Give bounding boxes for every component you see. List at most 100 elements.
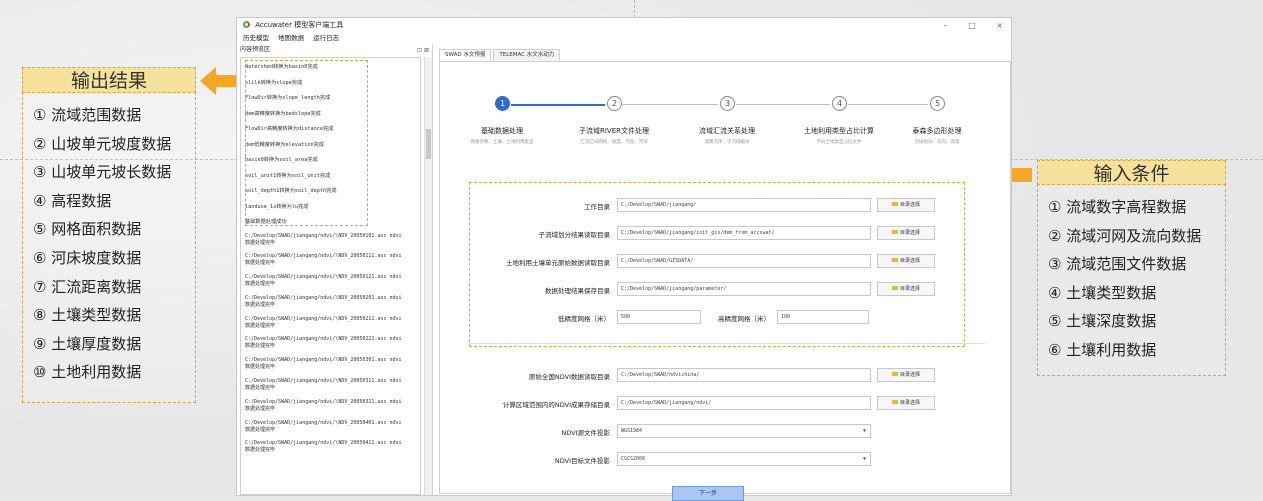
pane-controls-icon[interactable]: ⊡ ⊠ bbox=[417, 46, 429, 56]
tab-swad[interactable]: SWAD 水文预报 bbox=[439, 49, 492, 61]
close-button[interactable]: × bbox=[996, 21, 1003, 30]
input-item: ⑤ 土壤深度数据 bbox=[1048, 312, 1157, 331]
dir-select-label: 目录选择 bbox=[899, 400, 920, 406]
folder-icon bbox=[891, 202, 898, 206]
high-res-input[interactable]: 100 bbox=[777, 310, 869, 324]
log-entry: C:/Develop/SWAD/jiangang/ndvi/\NDV_20050… bbox=[241, 376, 420, 397]
step-circle-3[interactable]: 3 bbox=[720, 96, 735, 111]
folder-icon bbox=[891, 230, 898, 234]
step-label: 土地利用类型占比计算 bbox=[804, 127, 874, 135]
output-item: ④ 高程数据 bbox=[33, 191, 112, 210]
output-panel: ① 流域范围数据 ② 山坡单元坡度数据 ③ 山坡单元坡长数据 ④ 高程数据 ⑤ 网格面积… bbox=[22, 92, 196, 403]
output-item: ⑧ 土壤类型数据 bbox=[33, 306, 142, 325]
dir-select-button[interactable]: 目录选择 bbox=[877, 396, 935, 410]
menu-run-log[interactable]: 运行日志 bbox=[313, 34, 339, 42]
tab-content: 1 基础数据处理 网格参数、土壤、土地利用类型 2 子流域RIVER文件处理 汇流区间网格… bbox=[439, 61, 1012, 501]
input-item: ② 流域河网及流向数据 bbox=[1048, 226, 1202, 245]
log-entry-status: 数据处理完毕 bbox=[245, 301, 276, 308]
preview-title: 内容预览区 bbox=[240, 46, 271, 53]
log-entry-status: 数据处理完毕 bbox=[245, 364, 276, 371]
log-entry: C:/Develop/SWAD/jiangang/ndvi/\NDV_20050… bbox=[241, 314, 420, 335]
log-entry-status: 数据处理完毕 bbox=[245, 426, 276, 433]
output-arrow-icon bbox=[200, 67, 240, 95]
dir-field-input[interactable]: C:/Develop/SWAD/GISDATA/ bbox=[617, 254, 871, 268]
output-item: ② 山坡单元坡度数据 bbox=[33, 134, 172, 153]
log-entry-path: C:/Develop/SWAD/jiangang/ndvi/\NDV_20050… bbox=[245, 398, 402, 405]
app-title: Accuwater 模型客户端工具 bbox=[255, 21, 344, 29]
src-proj-select[interactable]: WGS1984 ▼ bbox=[617, 424, 871, 438]
chevron-down-icon: ▼ bbox=[862, 428, 866, 434]
log-entry: C:/Develop/SWAD/jiangang/ndvi/\NDV_20050… bbox=[241, 355, 420, 376]
log-entry: C:/Develop/SWAD/jiangang/ndvi/\NDV_20050… bbox=[241, 334, 420, 355]
preview-pane: 内容预览区 ⊡ ⊠ Watershed转换为basin0完成 slilk转换为sl… bbox=[237, 45, 433, 496]
menu-history-models[interactable]: 历史模型 bbox=[243, 34, 269, 42]
log-entry: C:/Develop/SWAD/jiangang/ndvi/\NDV_20050… bbox=[241, 397, 420, 418]
step-wizard: 1 基础数据处理 网格参数、土壤、土地利用类型 2 子流域RIVER文件处理 汇流区间网格… bbox=[440, 96, 1012, 145]
step-sublabel: 网格参数、土壤、土地利用类型 bbox=[470, 140, 534, 145]
chevron-down-icon: ▼ bbox=[862, 456, 866, 462]
log-entry-status: 数据处理完毕 bbox=[245, 405, 276, 412]
dir-select-button[interactable]: 目录选择 bbox=[877, 198, 935, 212]
input-panel: ① 流域数字高程数据 ② 流域河网及流向数据 ③ 流域范围文件数据 ④ 土壤类型数据 ⑤… bbox=[1037, 184, 1226, 376]
input-item: ⑥ 土壤利用数据 bbox=[1048, 340, 1157, 359]
output-item: ① 流域范围数据 bbox=[33, 106, 142, 124]
next-step-button[interactable]: 下一步 bbox=[672, 486, 744, 501]
dst-proj-value: CGCS2000 bbox=[621, 456, 646, 462]
tab-telemac[interactable]: TELEMAC 水文水动力 bbox=[493, 49, 561, 61]
ndvi-field-input[interactable]: C:/Develop/SWAD/jiangang/ndvi/ bbox=[617, 396, 871, 410]
input-item: ④ 土壤类型数据 bbox=[1048, 283, 1157, 302]
ndvi-field-label: 原始全国NDVI数据读取目录 bbox=[528, 373, 610, 381]
input-item: ① 流域数字高程数据 bbox=[1048, 198, 1187, 216]
dir-field-input[interactable]: C:/Develop/SWAD/jiangang/ bbox=[617, 198, 871, 212]
step-label: 流域汇流关系处理 bbox=[699, 127, 755, 135]
title-bar: Accuwater 模型客户端工具 – □ × bbox=[237, 18, 1011, 33]
dir-field-label: 工作目录 bbox=[584, 203, 610, 211]
step-connector bbox=[623, 104, 718, 105]
menu-map-data[interactable]: 地图数据 bbox=[278, 34, 304, 42]
input-list: ① 流域数字高程数据 ② 流域河网及流向数据 ③ 流域范围文件数据 ④ 土壤类型数据 ⑤… bbox=[1038, 185, 1225, 373]
step-sublabel: 演算次序、子流域编号 bbox=[704, 140, 750, 145]
log-entry-status: 数据处理完毕 bbox=[245, 322, 276, 329]
dir-field-input[interactable]: C:/Develop/SWAD/jiangang/parameter/ bbox=[617, 282, 871, 296]
ndvi-field-input[interactable]: C:/Develop/SWAD/ndvichina/ bbox=[617, 368, 871, 382]
dir-field-input[interactable]: C:/Develop/SWAD/jiangang/init_gis/dem_fr… bbox=[617, 226, 871, 240]
log-entry-path: C:/Develop/SWAD/jiangang/ndvi/\NDV_20050… bbox=[245, 419, 402, 426]
app-logo-icon bbox=[243, 21, 250, 28]
window-controls: – □ × bbox=[926, 18, 1003, 33]
step-circle-1[interactable]: 1 bbox=[495, 96, 510, 111]
log-entry-path: C:/Develop/SWAD/jiangang/ndvi/\NDV_20050… bbox=[245, 315, 402, 322]
ndvi-field-label: 计算区域范围内的NDVI成果存储目录 bbox=[502, 401, 610, 409]
output-item: ⑩ 土地利用数据 bbox=[33, 363, 142, 382]
log-entry-path: C:/Develop/SWAD/jiangang/ndvi/\NDV_20050… bbox=[245, 294, 402, 301]
log-entry-status: 数据处理完毕 bbox=[245, 385, 276, 392]
dir-field-label: 土地利用土壤单元原始数据读取目录 bbox=[506, 259, 610, 267]
dir-field-label: 子流域划分结果读取目录 bbox=[538, 231, 611, 239]
step-connector bbox=[736, 104, 830, 105]
step-connector bbox=[848, 104, 928, 105]
dir-select-label: 目录选择 bbox=[899, 202, 920, 208]
log-highlight-box bbox=[245, 60, 368, 226]
step-circle-5[interactable]: 5 bbox=[930, 96, 945, 111]
minimize-button[interactable]: – bbox=[944, 21, 948, 30]
step-circle-2[interactable]: 2 bbox=[607, 96, 622, 111]
dir-select-button[interactable]: 目录选择 bbox=[877, 282, 935, 296]
maximize-button[interactable]: □ bbox=[968, 21, 976, 30]
main-pane: SWAD 水文预报 TELEMAC 水文水动力 1 基础数据处理 网格参数、土壤、土地… bbox=[439, 49, 1012, 501]
log-area[interactable]: Watershed转换为basin0完成 slilk转换为slope完成 FlowD… bbox=[240, 57, 421, 495]
output-item: ③ 山坡单元坡长数据 bbox=[33, 163, 172, 182]
step-circle-4[interactable]: 4 bbox=[832, 96, 847, 111]
output-item: ⑤ 网格面积数据 bbox=[33, 220, 142, 239]
dir-select-button[interactable]: 目录选择 bbox=[877, 254, 935, 268]
output-panel-title: 输出结果 bbox=[22, 67, 196, 93]
dst-proj-select[interactable]: CGCS2000 ▼ bbox=[617, 452, 871, 466]
scrollbar-thumb[interactable] bbox=[426, 129, 431, 159]
folder-icon bbox=[891, 286, 898, 290]
output-item: ⑥ 河床坡度数据 bbox=[33, 248, 142, 267]
dst-proj-label: NDVI目标文件投影 bbox=[554, 457, 610, 465]
log-scrollbar[interactable] bbox=[424, 57, 432, 495]
step-sublabel: 流域划分、流向、高程 bbox=[914, 140, 960, 145]
dir-select-button[interactable]: 目录选择 bbox=[877, 368, 935, 382]
step-label: 子流域RIVER文件处理 bbox=[578, 127, 649, 135]
dir-select-button[interactable]: 目录选择 bbox=[877, 226, 935, 240]
dir-select-label: 目录选择 bbox=[899, 230, 920, 236]
